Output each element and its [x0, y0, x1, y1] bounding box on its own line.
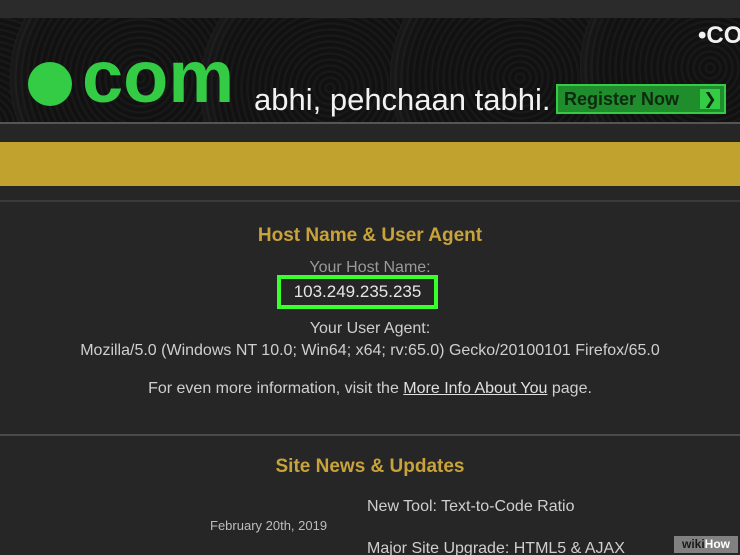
top-strip: [0, 0, 740, 18]
news-item[interactable]: New Tool: Text-to-Code Ratio: [367, 498, 575, 516]
news-date: February 20th, 2019: [210, 518, 328, 533]
brand-dot-icon: [28, 62, 72, 106]
brand-logo-text: com: [82, 35, 235, 118]
banner-tagline: abhi, pehchaan tabhi.: [254, 82, 551, 117]
host-section-title: Host Name & User Agent: [257, 225, 483, 246]
watermark-part: How: [704, 537, 731, 551]
more-info-prefix: For even more information, visit the: [148, 380, 404, 397]
section-divider: [0, 434, 740, 436]
more-info-suffix: page.: [547, 380, 592, 397]
wikihow-watermark: wikiHow: [674, 536, 738, 553]
more-info-line: For even more information, visit the Mor…: [0, 380, 740, 398]
chevron-right-icon: ❯: [700, 89, 720, 109]
register-now-button[interactable]: Register Now ❯: [556, 84, 726, 114]
user-agent-label: Your User Agent:: [309, 320, 431, 337]
ad-banner[interactable]: com abhi, pehchaan tabhi. Register Now ❯…: [0, 18, 740, 124]
news-item[interactable]: Major Site Upgrade: HTML5 & AJAX: [367, 540, 625, 555]
gold-nav-bar: [0, 142, 740, 186]
watermark-part: wiki: [681, 537, 705, 551]
divider: [0, 200, 740, 202]
user-agent-value: Mozilla/5.0 (Windows NT 10.0; Win64; x64…: [80, 342, 660, 359]
more-info-link[interactable]: More Info About You: [403, 380, 547, 397]
host-name-value: 103.249.235.235: [277, 275, 438, 309]
register-now-label: Register Now: [564, 88, 680, 109]
corner-logo: •CO: [698, 22, 740, 49]
news-section-title: Site News & Updates: [275, 456, 465, 477]
